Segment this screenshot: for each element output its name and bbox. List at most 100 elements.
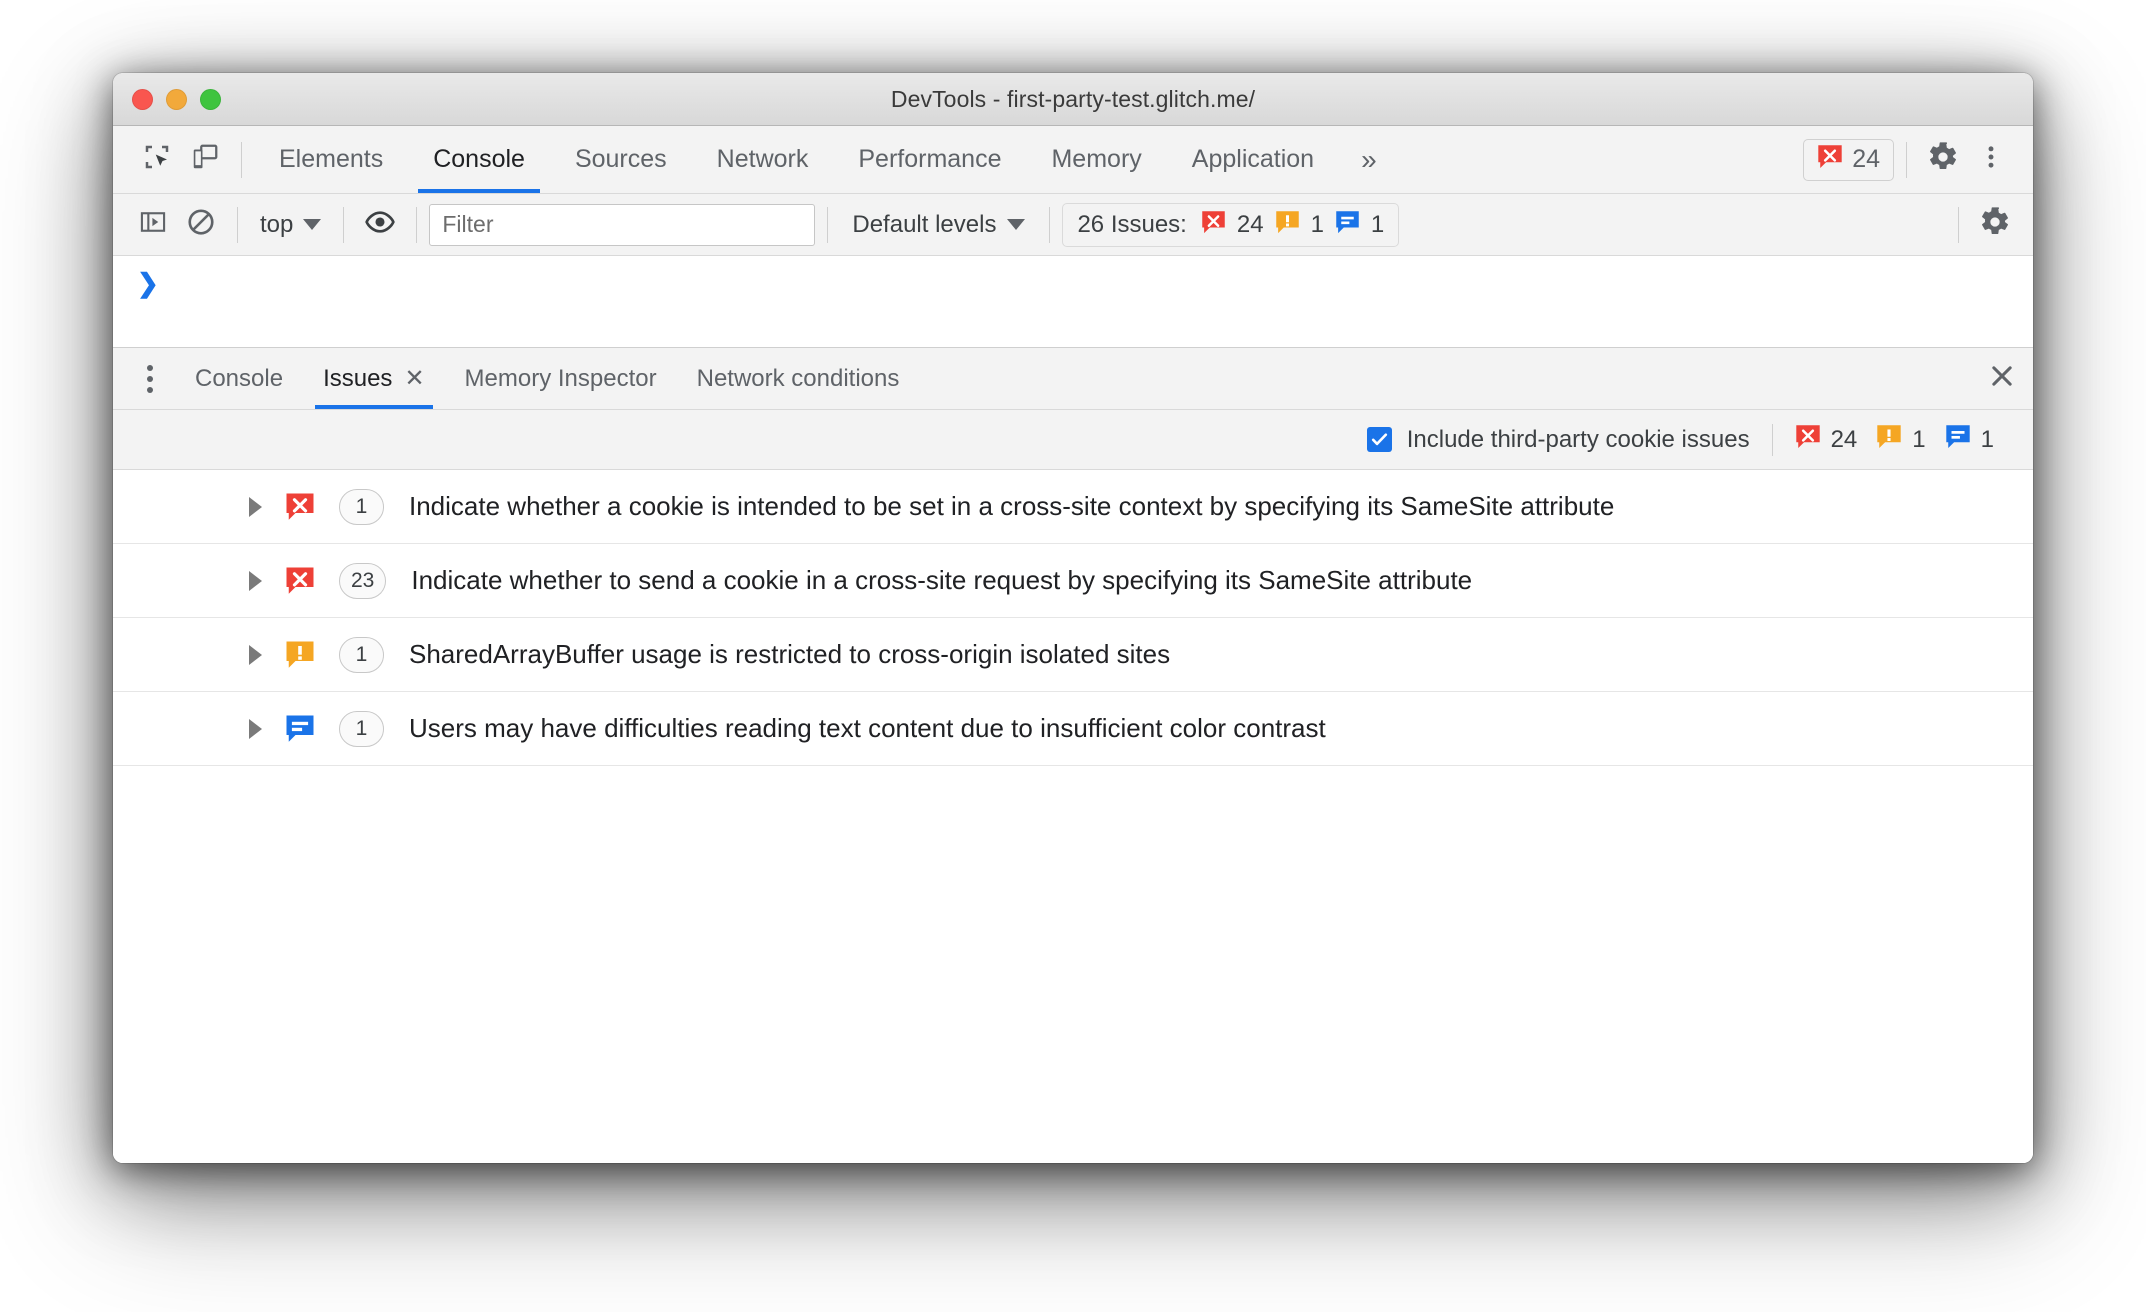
issue-count-pill: 1 <box>339 710 384 747</box>
issue-title: Indicate whether to send a cookie in a c… <box>411 565 1473 595</box>
warning-icon-bar <box>1876 424 1902 455</box>
clear-console-icon <box>186 207 216 242</box>
issues-bar-error-count: 24 <box>1830 425 1858 453</box>
info-icon-small <box>1335 210 1360 240</box>
drawer-tab-network-conditions-label: Network conditions <box>696 364 900 392</box>
issue-count-pill: 23 <box>339 562 387 599</box>
close-window-button[interactable] <box>132 88 153 110</box>
close-drawer-button[interactable] <box>1971 348 2033 409</box>
console-toolbar-divider-3 <box>416 206 418 243</box>
tab-network-label: Network <box>716 145 809 173</box>
drawer-tab-memory-inspector[interactable]: Memory Inspector <box>445 348 677 409</box>
drawer-tab-memory-inspector-label: Memory Inspector <box>464 364 657 392</box>
kebab-menu-icon <box>1977 143 2005 176</box>
issue-row[interactable]: 1 SharedArrayBuffer usage is restricted … <box>113 618 2033 692</box>
console-context-selector[interactable]: top <box>250 211 331 239</box>
close-drawer-icon <box>1988 362 2016 395</box>
tab-console-label: Console <box>433 145 525 173</box>
tab-application-label: Application <box>1191 145 1315 173</box>
expand-triangle-icon[interactable] <box>249 570 262 591</box>
tab-console[interactable]: Console <box>408 126 550 193</box>
include-third-party-cookie-checkbox[interactable] <box>1366 427 1392 452</box>
maximize-window-button[interactable] <box>200 88 221 110</box>
issue-count-pill: 1 <box>339 488 384 525</box>
console-filter-toolbar: top Default levels <box>113 194 2033 256</box>
tab-elements[interactable]: Elements <box>254 126 408 193</box>
console-settings-button[interactable] <box>1971 201 2019 249</box>
checkmark-icon <box>1371 433 1387 446</box>
window-title: DevTools - first-party-test.glitch.me/ <box>890 85 1256 112</box>
warning-icon-small <box>1275 210 1300 240</box>
live-expression-button[interactable] <box>356 201 404 249</box>
drawer-more-options-icon <box>147 364 153 393</box>
minimize-window-button[interactable] <box>166 88 187 110</box>
issues-bar-counts: 24 1 1 <box>1795 424 2003 455</box>
drawer-more-options-button[interactable] <box>125 348 175 409</box>
drawer-tab-issues-close-icon[interactable]: ✕ <box>404 366 424 391</box>
expand-triangle-icon[interactable] <box>249 718 262 739</box>
drawer-tab-console-label: Console <box>195 364 284 392</box>
tab-sources[interactable]: Sources <box>550 126 692 193</box>
gear-icon <box>1927 141 1959 178</box>
issue-row[interactable]: 1 Indicate whether a cookie is intended … <box>113 470 2033 544</box>
issues-summary-label: 26 Issues: <box>1077 210 1187 238</box>
error-count-badge[interactable]: 24 <box>1803 138 1894 181</box>
console-toolbar-divider-2 <box>343 206 345 243</box>
info-icon-row <box>285 714 315 744</box>
devtools-settings-button[interactable] <box>1919 136 1967 184</box>
issue-count-pill: 1 <box>339 636 384 673</box>
console-context-value: top <box>260 210 294 238</box>
drawer-tab-issues[interactable]: Issues ✕ <box>303 348 444 409</box>
issues-summary-button[interactable]: 26 Issues: 24 1 1 <box>1062 202 1400 247</box>
expand-triangle-icon[interactable] <box>249 496 262 517</box>
console-filter-input[interactable] <box>429 203 816 246</box>
error-icon-small <box>1201 210 1226 240</box>
console-log-levels-selector[interactable]: Default levels <box>840 211 1037 239</box>
drawer-tab-console[interactable]: Console <box>175 348 303 409</box>
issues-filter-bar: Include third-party cookie issues 24 1 1 <box>113 410 2033 470</box>
expand-triangle-icon[interactable] <box>249 644 262 665</box>
tab-performance[interactable]: Performance <box>833 126 1026 193</box>
inspect-element-button[interactable] <box>133 136 181 184</box>
issue-title: Indicate whether a cookie is intended to… <box>409 491 1615 521</box>
error-icon <box>1817 144 1843 175</box>
devtools-main-toolbar: Elements Console Sources Network Perform… <box>113 126 2033 194</box>
tab-memory-label: Memory <box>1051 145 1142 173</box>
console-sidebar-toggle-button[interactable] <box>129 201 177 249</box>
issues-error-count: 24 <box>1236 210 1264 238</box>
console-log-levels-label: Default levels <box>852 210 997 238</box>
tab-elements-label: Elements <box>279 145 384 173</box>
devtools-window: DevTools - first-party-test.glitch.me/ E… <box>113 73 2033 1163</box>
clear-console-button[interactable] <box>177 201 225 249</box>
toolbar-divider-2 <box>1906 141 1907 178</box>
issues-list: 1 Indicate whether a cookie is intended … <box>113 470 2033 1163</box>
issue-row[interactable]: 23 Indicate whether to send a cookie in … <box>113 544 2033 618</box>
console-toolbar-divider-4 <box>827 206 829 243</box>
issues-bar-divider <box>1771 423 1773 456</box>
error-icon-row <box>285 566 315 596</box>
window-titlebar: DevTools - first-party-test.glitch.me/ <box>113 73 2033 126</box>
tab-application[interactable]: Application <box>1167 126 1339 193</box>
console-prompt-caret: ❯ <box>137 268 159 298</box>
inspect-element-icon <box>142 142 172 177</box>
more-panels-button[interactable]: » <box>1339 145 1399 174</box>
live-expression-eye-icon <box>364 206 396 243</box>
console-toolbar-divider-1 <box>237 206 238 243</box>
gear-icon-console <box>1979 206 2011 243</box>
tab-network[interactable]: Network <box>692 126 834 193</box>
include-third-party-cookie-toggle[interactable]: Include third-party cookie issues <box>1366 425 1750 454</box>
tab-memory[interactable]: Memory <box>1026 126 1166 193</box>
include-third-party-cookie-label: Include third-party cookie issues <box>1406 425 1750 453</box>
error-icon-row <box>285 492 315 522</box>
toolbar-divider <box>241 141 242 178</box>
warning-icon-row <box>285 640 315 670</box>
console-toolbar-divider-5 <box>1049 206 1051 243</box>
drawer-tab-network-conditions[interactable]: Network conditions <box>677 348 920 409</box>
issue-row[interactable]: 1 Users may have difficulties reading te… <box>113 692 2033 766</box>
devtools-main-menu-button[interactable] <box>1967 136 2015 184</box>
console-output-area[interactable]: ❯ <box>113 256 2033 348</box>
drawer-tab-issues-label: Issues <box>323 364 393 392</box>
device-toolbar-button[interactable] <box>181 136 229 184</box>
console-sidebar-icon <box>139 208 167 241</box>
chevron-down-icon <box>303 219 322 230</box>
